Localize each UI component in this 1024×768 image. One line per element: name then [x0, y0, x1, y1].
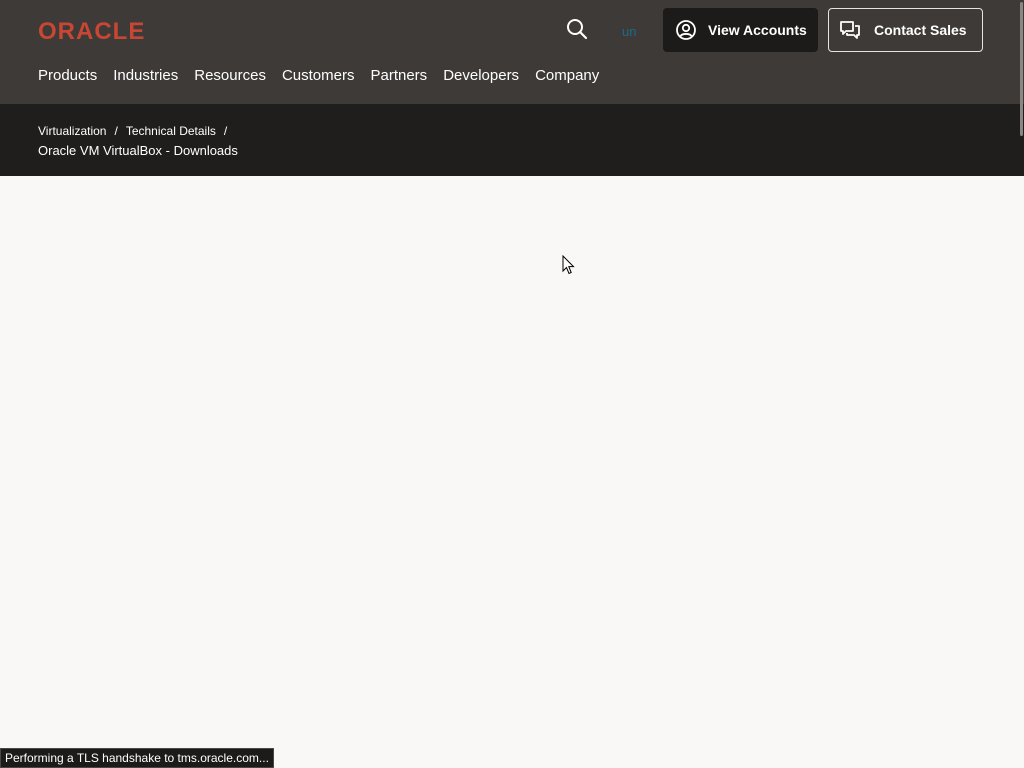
breadcrumb-technical-details[interactable]: Technical Details — [126, 123, 216, 139]
language-link[interactable]: un — [622, 24, 636, 40]
nav-item-company[interactable]: Company — [535, 66, 599, 86]
breadcrumb-separator: / — [223, 124, 228, 138]
nav-item-resources[interactable]: Resources — [194, 66, 266, 86]
main-content — [0, 176, 1024, 768]
search-icon — [566, 18, 588, 45]
user-circle-icon — [675, 19, 697, 41]
view-accounts-button[interactable]: View Accounts — [663, 8, 818, 52]
breadcrumb-bar — [0, 104, 1024, 176]
search-button[interactable] — [562, 16, 592, 46]
svg-text:ORACLE: ORACLE — [38, 18, 145, 42]
nav-item-products[interactable]: Products — [38, 66, 97, 86]
main-nav: Products Industries Resources Customers … — [38, 66, 615, 86]
nav-item-developers[interactable]: Developers — [443, 66, 519, 86]
browser-status-bar: Performing a TLS handshake to tms.oracle… — [0, 748, 274, 768]
breadcrumb-virtualization[interactable]: Virtualization — [38, 123, 106, 139]
breadcrumb-separator: / — [114, 124, 118, 138]
oracle-logo[interactable]: ORACLE — [38, 18, 160, 42]
scrollbar-thumb[interactable] — [1020, 2, 1023, 136]
nav-item-industries[interactable]: Industries — [113, 66, 178, 86]
nav-item-partners[interactable]: Partners — [370, 66, 427, 86]
breadcrumb: Virtualization / Technical Details / — [38, 123, 235, 139]
chat-bubbles-icon — [839, 19, 861, 41]
nav-item-customers[interactable]: Customers — [282, 66, 355, 86]
contact-sales-button[interactable]: Contact Sales — [828, 8, 983, 52]
page-title: Oracle VM VirtualBox - Downloads — [38, 143, 238, 158]
contact-sales-label: Contact Sales — [874, 22, 967, 38]
view-accounts-label: View Accounts — [708, 22, 807, 38]
site-header: ORACLE un View Accounts Contact Sales Pr… — [0, 0, 1024, 104]
scrollbar[interactable] — [1018, 0, 1024, 768]
